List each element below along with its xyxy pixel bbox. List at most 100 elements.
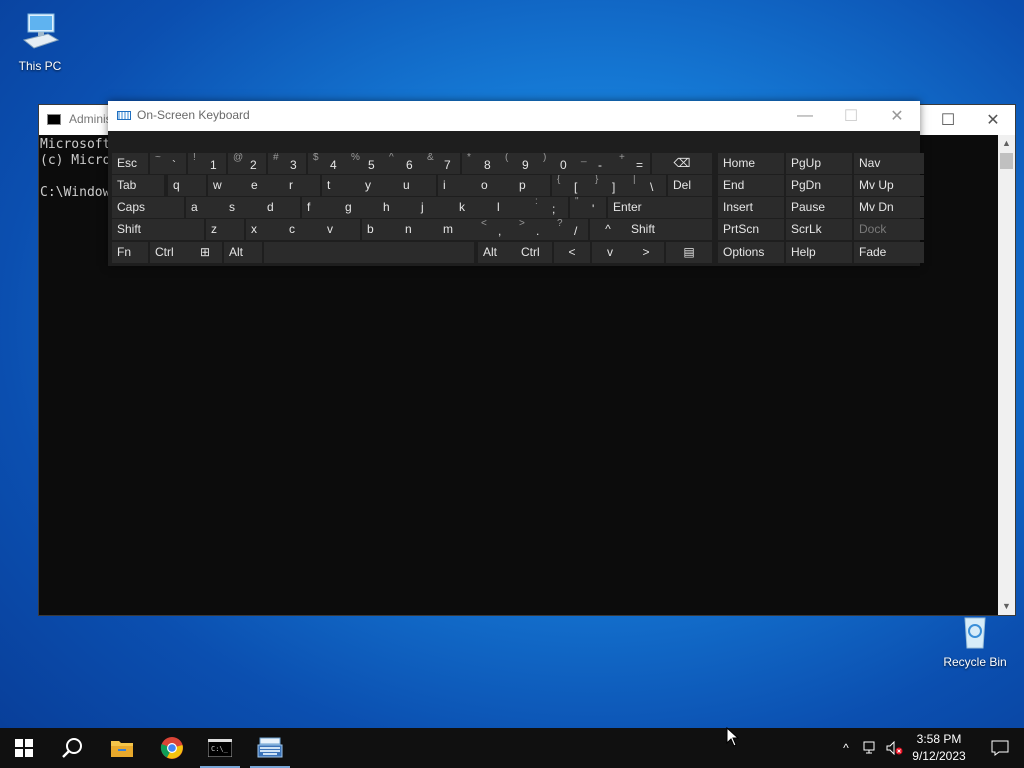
key-0[interactable]: ) 0 (538, 153, 576, 174)
desktop-icon-recycle-bin[interactable]: Recycle Bin (935, 614, 1015, 669)
key-symbol[interactable]: }] (590, 175, 628, 196)
key-del[interactable]: Del (668, 175, 712, 196)
key-2[interactable]: @2 (228, 153, 266, 174)
key-6[interactable]: ^ 6 (384, 153, 422, 174)
key-y[interactable]: y (360, 175, 398, 196)
key-symbol[interactable]: | \ (628, 175, 666, 196)
key-mv-dn[interactable]: Mv Dn (854, 197, 924, 218)
key-fn[interactable]: Fn (112, 242, 148, 263)
key-mv-up[interactable]: Mv Up (854, 175, 924, 196)
key-p[interactable]: p (514, 175, 550, 196)
left-arrow-key-icon[interactable]: < (554, 242, 590, 263)
chrome-button[interactable] (148, 728, 196, 768)
down-arrow-key-icon[interactable]: v (592, 242, 628, 263)
key-scrlk[interactable]: ScrLk (786, 219, 852, 240)
key-nav[interactable]: Nav (854, 153, 924, 174)
scroll-down-arrow-icon[interactable]: ▼ (998, 598, 1015, 615)
osk-titlebar[interactable]: On-Screen Keyboard — ☐ ✕ (108, 101, 920, 131)
key-t[interactable]: t (322, 175, 360, 196)
key-tab[interactable]: Tab (112, 175, 164, 196)
key-pgup[interactable]: PgUp (786, 153, 852, 174)
key-8[interactable]: * 8 (462, 153, 500, 174)
key-symbol[interactable]: ? / (552, 219, 588, 240)
key-dock[interactable]: Dock (854, 219, 924, 240)
key-symbol[interactable]: _ - (576, 153, 614, 174)
key-k[interactable]: k (454, 197, 492, 218)
key-j[interactable]: j (416, 197, 454, 218)
key-shift[interactable]: Shift (626, 219, 712, 240)
key-s[interactable]: s (224, 197, 262, 218)
key-symbol[interactable]: + = (614, 153, 650, 174)
start-button[interactable] (0, 728, 48, 768)
key-1[interactable]: ! 1 (188, 153, 226, 174)
key-fade[interactable]: Fade (854, 242, 924, 263)
key-7[interactable]: & 7 (422, 153, 460, 174)
key-help[interactable]: Help (786, 242, 852, 263)
menu-key-icon[interactable]: ▤ (666, 242, 712, 263)
key-9[interactable]: (9 (500, 153, 538, 174)
key-5[interactable]: % 5 (346, 153, 384, 174)
key-o[interactable]: o (476, 175, 514, 196)
key-alt[interactable]: Alt (478, 242, 516, 263)
file-explorer-button[interactable] (98, 728, 146, 768)
key-n[interactable]: n (400, 219, 438, 240)
cmd-button[interactable]: C:\_ (196, 728, 244, 768)
key-prtscn[interactable]: PrtScn (718, 219, 784, 240)
osk-close-button[interactable]: ✕ (874, 101, 920, 131)
key-end[interactable]: End (718, 175, 784, 196)
key-l[interactable]: l (492, 197, 530, 218)
key-3[interactable]: #3 (268, 153, 306, 174)
key-shift[interactable]: Shift (112, 219, 204, 240)
key-symbol[interactable]: >. (514, 219, 552, 240)
key-x[interactable]: x (246, 219, 284, 240)
backspace-key-icon[interactable]: ⌫ (652, 153, 712, 174)
key-w[interactable]: w (208, 175, 246, 196)
key-symbol[interactable]: ~ ` (150, 153, 186, 174)
right-arrow-key-icon[interactable]: > (628, 242, 664, 263)
key-c[interactable]: c (284, 219, 322, 240)
key-options[interactable]: Options (718, 242, 784, 263)
key-symbol[interactable]: " ' (570, 197, 606, 218)
key-a[interactable]: a (186, 197, 224, 218)
key-pause[interactable]: Pause (786, 197, 852, 218)
osk-maximize-button[interactable]: ☐ (828, 101, 874, 131)
clock[interactable]: 3:58 PM 9/12/2023 (900, 731, 978, 765)
up-arrow-key-icon[interactable]: ^ (590, 219, 626, 240)
osk-button[interactable] (246, 728, 294, 768)
key-e[interactable]: e (246, 175, 284, 196)
key-d[interactable]: d (262, 197, 300, 218)
notification-center-button[interactable] (980, 728, 1020, 768)
key-z[interactable]: z (206, 219, 244, 240)
key-symbol[interactable]: {[ (552, 175, 590, 196)
osk-window[interactable]: On-Screen Keyboard — ☐ ✕ Esc ~ `! 1 @2 #3 $4% 5… (108, 101, 924, 266)
cmd-close-button[interactable]: ✕ (970, 105, 1016, 135)
key-symbol[interactable]: :; (530, 197, 568, 218)
key-m[interactable]: m (438, 219, 476, 240)
osk-minimize-button[interactable]: — (782, 101, 828, 131)
key-r[interactable]: r (284, 175, 320, 196)
tray-chevron-icon[interactable]: ^ (836, 728, 856, 768)
key-enter[interactable]: Enter (608, 197, 712, 218)
key-insert[interactable]: Insert (718, 197, 784, 218)
key-ctrl[interactable]: Ctrl (516, 242, 552, 263)
key-f[interactable]: f (302, 197, 340, 218)
key-i[interactable]: i (438, 175, 476, 196)
key-home[interactable]: Home (718, 153, 784, 174)
key-v[interactable]: v (322, 219, 360, 240)
scroll-thumb[interactable] (1000, 153, 1013, 169)
key-symbol[interactable]: <, (476, 219, 514, 240)
key-alt[interactable]: Alt (224, 242, 262, 263)
search-button[interactable] (48, 728, 96, 768)
cmd-maximize-button[interactable]: ☐ (925, 105, 971, 135)
key-q[interactable]: q (168, 175, 206, 196)
windows-key-icon[interactable]: ⊞ (188, 242, 222, 263)
key-4[interactable]: $4 (308, 153, 346, 174)
key-g[interactable]: g (340, 197, 378, 218)
key-caps[interactable]: Caps (112, 197, 184, 218)
key-esc[interactable]: Esc (112, 153, 148, 174)
desktop-icon-this-pc[interactable]: This PC (0, 10, 80, 73)
space-key[interactable] (264, 242, 474, 263)
key-b[interactable]: b (362, 219, 400, 240)
vertical-scrollbar[interactable]: ▲ ▼ (998, 135, 1015, 615)
key-u[interactable]: u (398, 175, 436, 196)
